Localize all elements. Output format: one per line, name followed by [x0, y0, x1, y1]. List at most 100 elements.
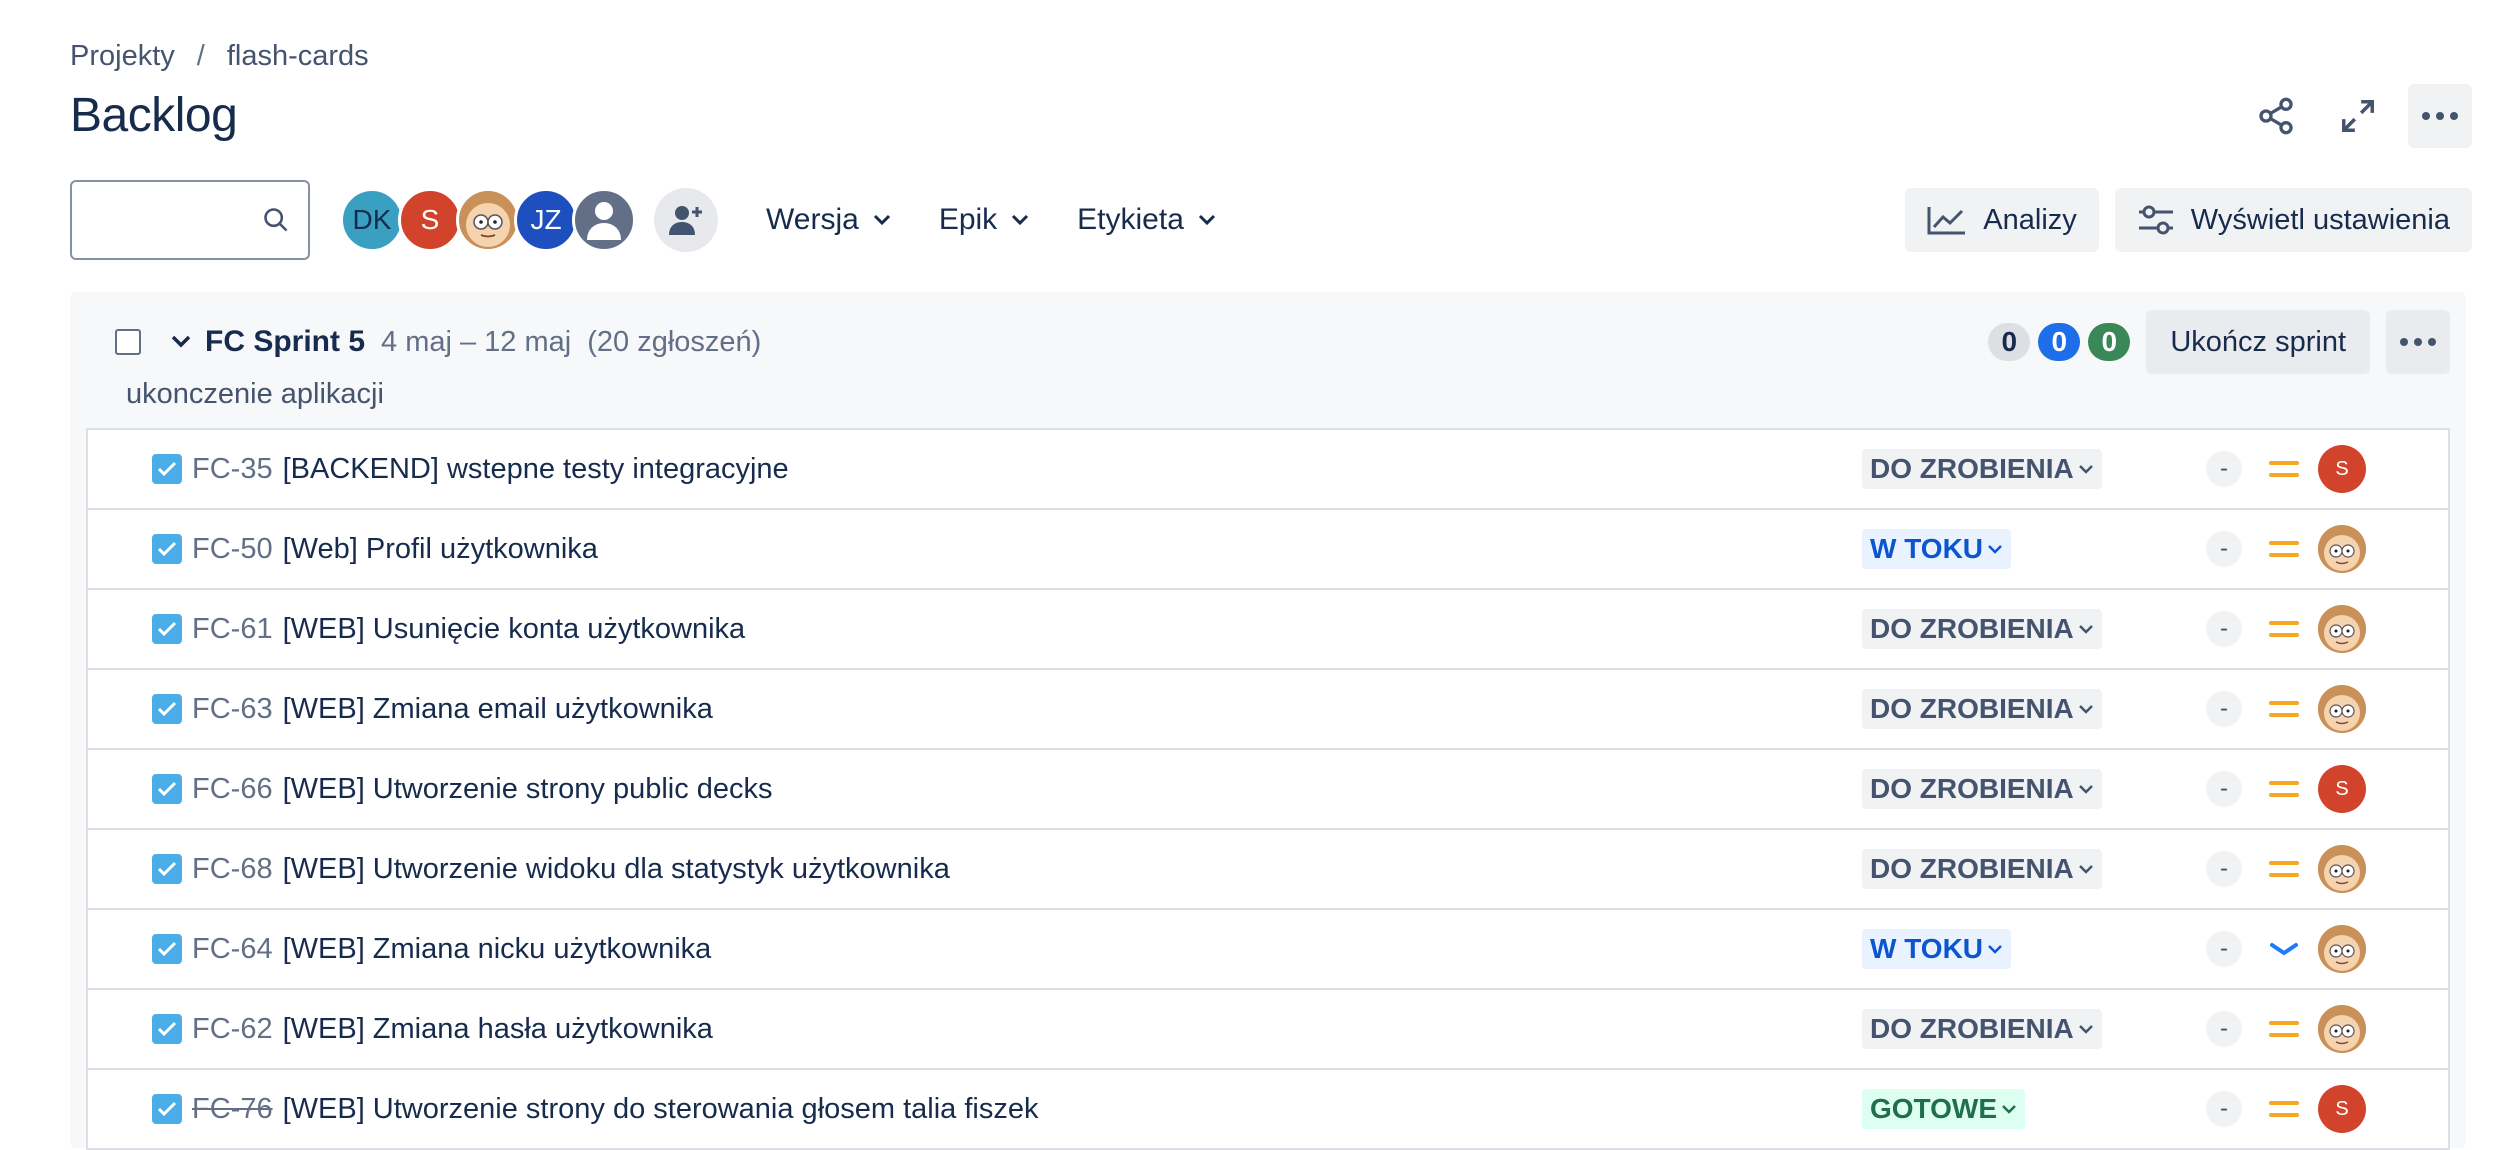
- assignee-avatar[interactable]: [2318, 525, 2366, 573]
- priority-indicator: [2268, 693, 2300, 725]
- issue-row[interactable]: FC-62 [WEB] Zmiana hasła użytkownika DO ZR…: [88, 990, 2448, 1070]
- ellipsis-icon: [2400, 338, 2436, 346]
- sprint-select-checkbox[interactable]: [115, 329, 141, 355]
- issue-key[interactable]: FC-62: [192, 1013, 273, 1046]
- complete-sprint-button[interactable]: Ukończ sprint: [2146, 310, 2370, 374]
- search-input[interactable]: [84, 182, 264, 254]
- issue-key[interactable]: FC-61: [192, 613, 273, 646]
- priority-indicator: [2268, 613, 2300, 645]
- status-dropdown[interactable]: W TOKU: [1862, 529, 2012, 569]
- task-type-icon: [152, 1014, 182, 1044]
- in-progress-count-badge: 0: [2038, 323, 2081, 361]
- issue-summary[interactable]: [Web] Profil użytkownika: [283, 533, 598, 566]
- avatar[interactable]: DK: [340, 188, 404, 252]
- issue-summary[interactable]: [WEB] Zmiana hasła użytkownika: [283, 1013, 713, 1046]
- assignee-avatar[interactable]: S: [2318, 1085, 2366, 1133]
- story-points-badge[interactable]: -: [2206, 931, 2242, 967]
- chevron-down-icon: [873, 214, 890, 226]
- priority-medium-icon: [2269, 621, 2299, 637]
- status-dropdown[interactable]: W TOKU: [1862, 929, 2012, 969]
- issue-summary[interactable]: [WEB] Zmiana email użytkownika: [283, 693, 713, 726]
- status-label: DO ZROBIENIA: [1870, 773, 2074, 804]
- sprint-dates: 4 maj – 12 maj: [381, 325, 572, 358]
- avatar[interactable]: [572, 188, 636, 252]
- issue-key[interactable]: FC-76: [192, 1093, 273, 1126]
- version-filter-dropdown[interactable]: Wersja: [766, 203, 891, 237]
- issue-key[interactable]: FC-63: [192, 693, 273, 726]
- issue-row[interactable]: FC-68 [WEB] Utworzenie widoku dla statyst…: [88, 830, 2448, 910]
- priority-medium-icon: [2269, 861, 2299, 877]
- status-dropdown[interactable]: DO ZROBIENIA: [1862, 849, 2102, 889]
- issue-row[interactable]: FC-61 [WEB] Usunięcie konta użytkownika DO…: [88, 590, 2448, 670]
- avatar[interactable]: S: [398, 188, 462, 252]
- issue-row[interactable]: FC-76 [WEB] Utworzenie strony do sterowan…: [88, 1070, 2448, 1150]
- issue-row[interactable]: FC-66 [WEB] Utworzenie strony public deck…: [88, 750, 2448, 830]
- share-button[interactable]: [2244, 84, 2308, 148]
- assignee-avatar[interactable]: [2318, 1005, 2366, 1053]
- status-dropdown[interactable]: DO ZROBIENIA: [1862, 769, 2102, 809]
- priority-indicator: [2268, 1093, 2300, 1125]
- avatar[interactable]: JZ: [514, 188, 578, 252]
- epic-filter-dropdown[interactable]: Epik: [939, 203, 1029, 237]
- breadcrumb-projects-link[interactable]: Projekty: [70, 40, 175, 73]
- issue-summary[interactable]: [WEB] Utworzenie widoku dla statystyk uż…: [283, 853, 950, 886]
- story-points-badge[interactable]: -: [2206, 691, 2242, 727]
- version-filter-label: Wersja: [766, 203, 859, 236]
- story-points-badge[interactable]: -: [2206, 611, 2242, 647]
- issue-row[interactable]: FC-64 [WEB] Zmiana nicku użytkownika W TOK…: [88, 910, 2448, 990]
- task-icon: [157, 541, 177, 557]
- cartoon-avatar-icon: [459, 191, 517, 249]
- status-dropdown[interactable]: GOTOWE: [1862, 1089, 2026, 1129]
- assignee-avatar[interactable]: [2318, 605, 2366, 653]
- more-actions-button[interactable]: [2408, 84, 2472, 148]
- view-settings-button[interactable]: Wyświetl ustawienia: [2114, 188, 2472, 252]
- share-icon: [2259, 97, 2293, 135]
- assignee-avatar[interactable]: [2318, 685, 2366, 733]
- assignee-avatar[interactable]: S: [2318, 445, 2366, 493]
- story-points-badge[interactable]: -: [2206, 851, 2242, 887]
- task-type-icon: [152, 934, 182, 964]
- story-points-badge[interactable]: -: [2206, 771, 2242, 807]
- issue-summary[interactable]: [BACKEND] wstepne testy integracyjne: [283, 453, 789, 486]
- status-dropdown[interactable]: DO ZROBIENIA: [1862, 689, 2102, 729]
- chevron-down-icon[interactable]: [171, 335, 191, 349]
- issue-key[interactable]: FC-35: [192, 453, 273, 486]
- story-points-badge[interactable]: -: [2206, 1011, 2242, 1047]
- issue-key[interactable]: FC-50: [192, 533, 273, 566]
- page-title: Backlog: [70, 89, 238, 142]
- story-points-badge[interactable]: -: [2206, 1091, 2242, 1127]
- insights-button[interactable]: Analizy: [1905, 188, 2099, 252]
- add-people-button[interactable]: [654, 188, 718, 252]
- breadcrumb-project-link[interactable]: flash-cards: [227, 40, 369, 73]
- status-dropdown[interactable]: DO ZROBIENIA: [1862, 609, 2102, 649]
- default-user-icon: [587, 202, 621, 240]
- cartoon-avatar-icon: [2318, 1005, 2366, 1053]
- avatar[interactable]: [456, 188, 520, 252]
- sprint-more-button[interactable]: [2386, 310, 2450, 374]
- assignee-avatar[interactable]: [2318, 845, 2366, 893]
- breadcrumb-separator: /: [196, 40, 205, 72]
- status-dropdown[interactable]: DO ZROBIENIA: [1862, 449, 2102, 489]
- priority-indicator: [2268, 533, 2300, 565]
- label-filter-dropdown[interactable]: Etykieta: [1077, 203, 1216, 237]
- issue-summary[interactable]: [WEB] Zmiana nicku użytkownika: [283, 933, 712, 966]
- issue-key[interactable]: FC-68: [192, 853, 273, 886]
- assignee-avatar[interactable]: [2318, 925, 2366, 973]
- search-field[interactable]: [70, 180, 310, 260]
- issue-row[interactable]: FC-63 [WEB] Zmiana email użytkownika DO ZR…: [88, 670, 2448, 750]
- assignee-filter-avatars: DK S JZ: [340, 188, 636, 252]
- issue-row[interactable]: FC-50 [Web] Profil użytkownika W TOKU -: [88, 510, 2448, 590]
- issue-key[interactable]: FC-64: [192, 933, 273, 966]
- issue-row[interactable]: FC-35 [BACKEND] wstepne testy integracyjn…: [88, 430, 2448, 510]
- priority-medium-icon: [2269, 1101, 2299, 1117]
- story-points-badge[interactable]: -: [2206, 531, 2242, 567]
- assignee-avatar[interactable]: S: [2318, 765, 2366, 813]
- ellipsis-icon: [2422, 112, 2458, 120]
- status-dropdown[interactable]: DO ZROBIENIA: [1862, 1009, 2102, 1049]
- issue-summary[interactable]: [WEB] Utworzenie strony public decks: [283, 773, 773, 806]
- issue-summary[interactable]: [WEB] Utworzenie strony do sterowania gł…: [283, 1093, 1039, 1126]
- story-points-badge[interactable]: -: [2206, 451, 2242, 487]
- fullscreen-button[interactable]: [2326, 84, 2390, 148]
- issue-key[interactable]: FC-66: [192, 773, 273, 806]
- issue-summary[interactable]: [WEB] Usunięcie konta użytkownika: [283, 613, 746, 646]
